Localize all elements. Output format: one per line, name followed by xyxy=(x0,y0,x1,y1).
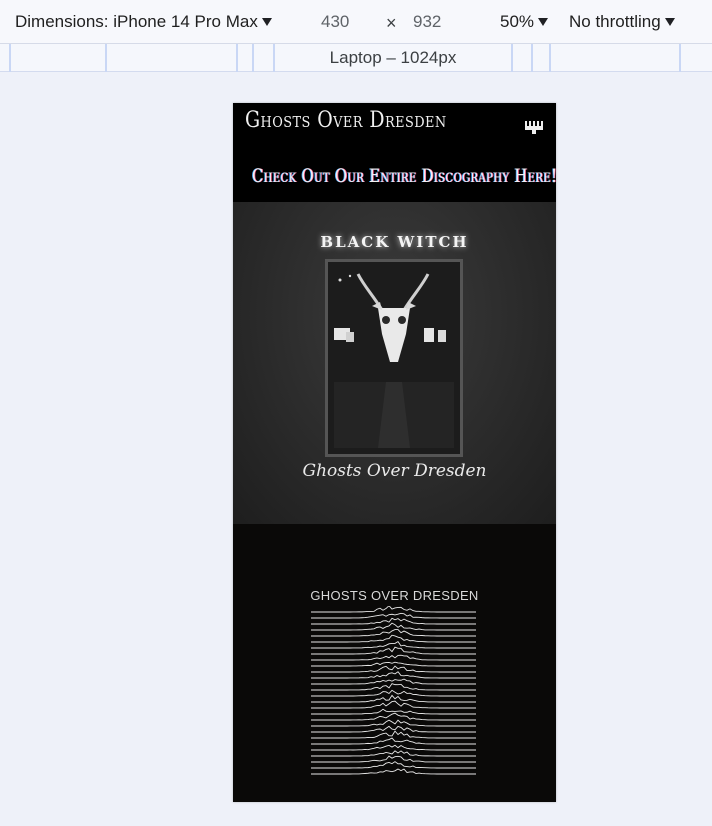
album-artwork-frame xyxy=(325,259,463,457)
album-cover-black-witch[interactable]: BLACK WITCH Ghosts Over Dresden xyxy=(233,202,556,524)
waveform-line xyxy=(311,665,476,673)
waveform-lines-image xyxy=(311,606,476,775)
waveform-line xyxy=(311,683,476,691)
chevron-down-icon xyxy=(664,18,675,26)
menu-candelabra-icon[interactable] xyxy=(525,121,543,135)
album-cover-ghosts-over-dresden[interactable]: GHOSTS OVER DRESDEN xyxy=(233,524,556,802)
zoom-label: 50% xyxy=(500,12,535,31)
throttling-label: No throttling xyxy=(569,12,661,31)
chevron-down-icon xyxy=(261,18,272,26)
throttling-dropdown[interactable]: No throttling xyxy=(569,12,675,32)
discography-link[interactable]: Check Out Our Entire Discography Here! xyxy=(252,165,556,187)
waveform-line xyxy=(311,719,476,727)
waveform-line xyxy=(311,678,476,685)
site-header: Ghosts Over Dresden xyxy=(233,103,556,148)
waveform-line xyxy=(311,737,476,745)
waveform-line xyxy=(311,755,476,763)
waveform-line xyxy=(311,641,476,649)
waveform-line xyxy=(311,606,476,613)
dimensions-separator: × xyxy=(386,13,397,33)
waveform-line xyxy=(311,689,476,697)
device-dimensions-dropdown[interactable]: Dimensions: iPhone 14 Pro Max xyxy=(15,12,272,32)
waveform-line xyxy=(311,661,476,667)
waveform-line xyxy=(311,612,476,619)
band-signature: Ghosts Over Dresden xyxy=(302,461,487,481)
album-title: BLACK WITCH xyxy=(320,233,469,251)
device-toolbar: Dimensions: iPhone 14 Pro Max 430 × 932 … xyxy=(0,0,712,44)
waveform-line xyxy=(311,761,476,769)
waveform-line xyxy=(311,744,476,751)
device-dimensions-label: Dimensions: iPhone 14 Pro Max xyxy=(15,12,258,31)
waveform-line xyxy=(311,671,476,679)
waveform-line xyxy=(311,654,476,661)
waveform-line xyxy=(311,725,476,733)
chevron-down-icon xyxy=(538,18,549,26)
zoom-dropdown[interactable]: 50% xyxy=(500,12,549,32)
height-input[interactable]: 932 xyxy=(413,12,441,32)
goat-skull-image xyxy=(328,262,460,454)
waveform-line xyxy=(311,629,476,637)
album-title: GHOSTS OVER DRESDEN xyxy=(310,588,479,603)
waveform-line xyxy=(311,750,476,757)
media-query-label[interactable]: Laptop – 1024px xyxy=(0,48,712,68)
discography-banner: Check Out Our Entire Discography Here! xyxy=(233,148,556,202)
device-viewport: Ghosts Over Dresden Check Out Our Entire… xyxy=(233,103,556,802)
waveform-line xyxy=(311,617,476,625)
media-query-bar: Laptop – 1024px xyxy=(0,44,712,72)
waveform-line xyxy=(311,768,476,775)
site-logo[interactable]: Ghosts Over Dresden xyxy=(245,108,447,133)
width-input[interactable]: 430 xyxy=(321,12,349,32)
